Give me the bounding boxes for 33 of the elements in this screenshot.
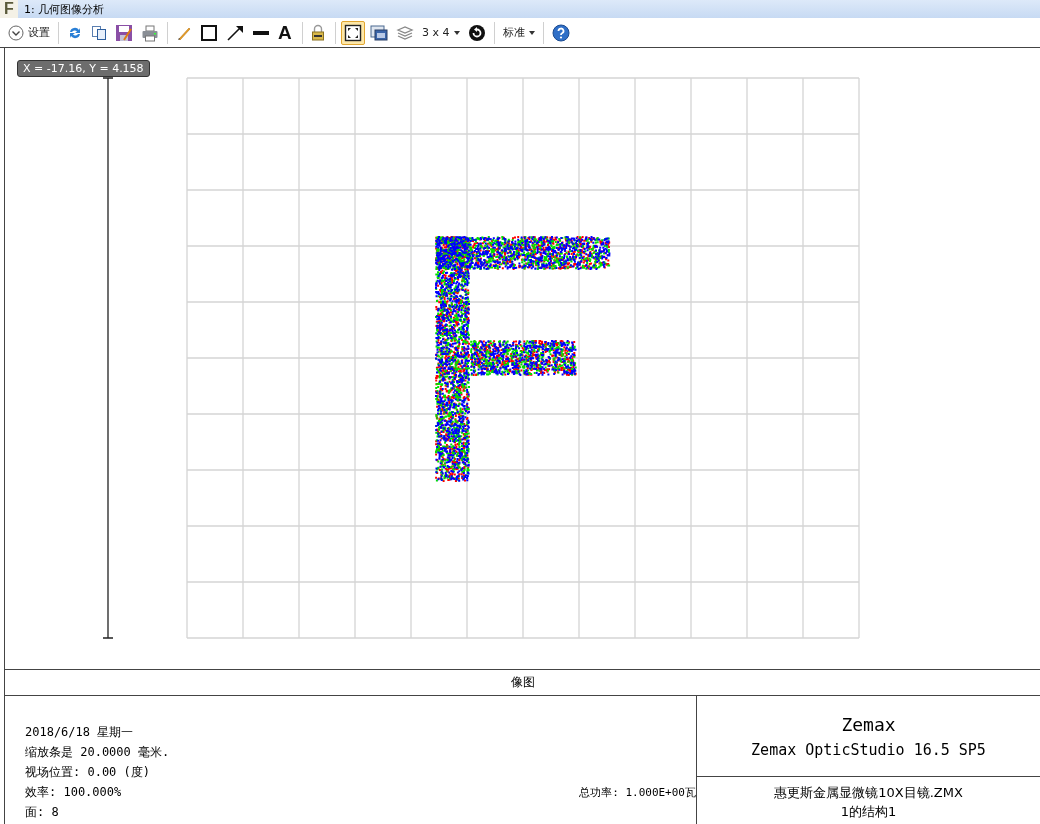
app-logo: F (0, 0, 18, 18)
dropdown-button[interactable]: 标准 (499, 20, 538, 45)
info-text: 2018/6/18 星期一 (25, 723, 135, 741)
copy-icon (91, 24, 107, 41)
rectangle-icon (200, 23, 218, 42)
info-text: 效率: 100.000% (25, 783, 123, 801)
fit-icon (344, 23, 362, 42)
fit-button[interactable] (341, 20, 365, 45)
company-name: Zemax (841, 713, 896, 735)
product-name: Zemax OpticStudio 16.5 SP5 (751, 740, 986, 759)
dropdown-button[interactable]: 3 x 4 (419, 20, 463, 45)
caret-icon (453, 30, 460, 35)
help-icon (551, 23, 570, 42)
rotate-icon (467, 23, 486, 42)
save-icon (115, 23, 133, 42)
text-tool-button[interactable]: A (275, 20, 297, 45)
lock-icon (311, 23, 325, 42)
info-text: 面: 8 (25, 803, 60, 821)
arrow-icon (226, 23, 244, 42)
chevron-down-icon (8, 24, 24, 41)
layers-icon (396, 23, 414, 42)
window-title: 1: 几何图像分析 (24, 1, 105, 17)
settings-button[interactable]: 设置 (5, 20, 53, 45)
plot-caption: 像图 (4, 670, 1040, 696)
printer-icon (141, 23, 159, 42)
window-icon (370, 23, 388, 42)
coordinate-tooltip: X = -17.16, Y = 4.158 (17, 60, 150, 77)
info-text: 视场位置: 0.00 (度) (25, 763, 152, 781)
total-power-text: 总功率: 1.000E+00瓦 (579, 784, 696, 800)
file-name: 惠更斯金属显微镜10X目镜.ZMX (774, 784, 963, 802)
info-text: 缩放条是 20.0000 毫米. (25, 743, 171, 761)
caret-icon (528, 30, 535, 35)
configuration-text: 1的结构1 (840, 803, 897, 821)
